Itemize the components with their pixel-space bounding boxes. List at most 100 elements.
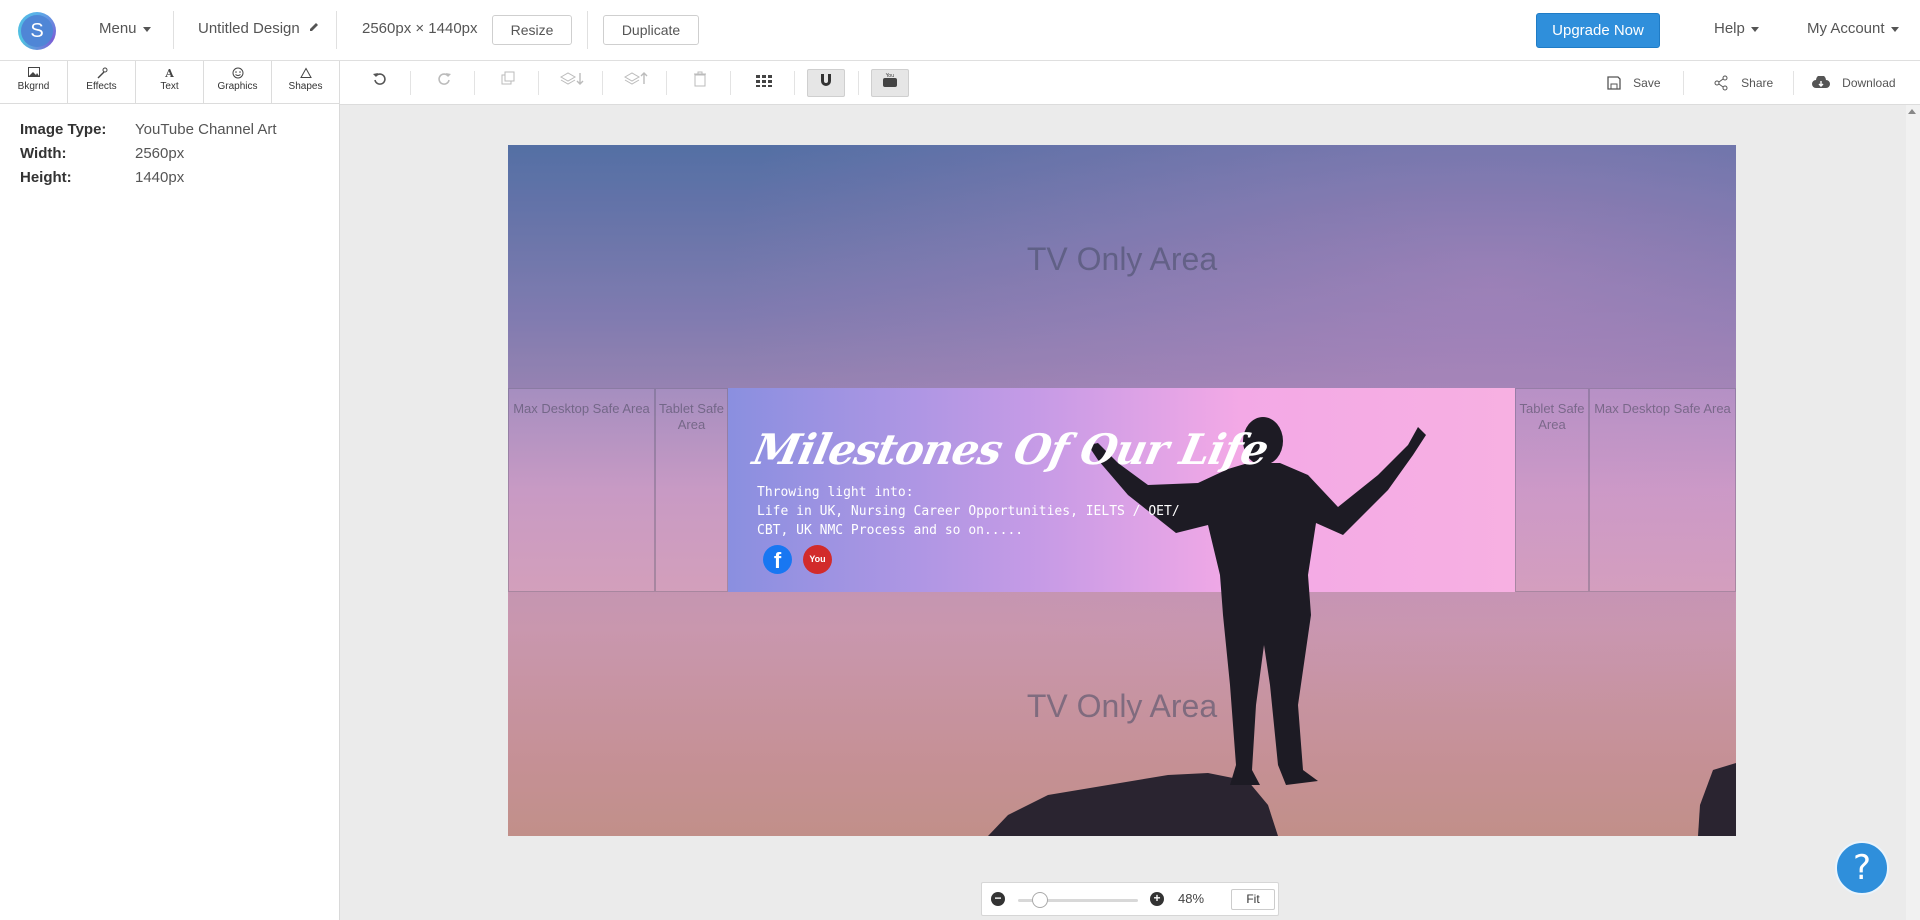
divider xyxy=(1683,71,1684,95)
zoom-percent: 48% xyxy=(1178,891,1205,906)
undo-icon[interactable] xyxy=(363,69,397,97)
scroll-up-arrow-icon[interactable] xyxy=(1908,109,1916,114)
divider xyxy=(858,71,859,95)
design-canvas[interactable]: TV Only Area TV Only Area Max Desktop Sa… xyxy=(508,145,1736,836)
tab-label: Bkgrnd xyxy=(17,81,50,92)
save-button[interactable]: Save xyxy=(1607,61,1661,105)
divider xyxy=(173,11,174,49)
divider xyxy=(602,71,603,95)
subtitle-line[interactable]: CBT, UK NMC Process and so on..... xyxy=(757,521,1023,540)
account-dropdown[interactable]: My Account xyxy=(1807,0,1899,60)
zoom-in-icon[interactable]: + xyxy=(1150,892,1164,906)
divider xyxy=(666,71,667,95)
account-label: My Account xyxy=(1807,20,1885,37)
magnet-icon[interactable] xyxy=(807,69,845,97)
tab-background[interactable]: Bkgrnd xyxy=(0,61,68,103)
resize-button[interactable]: Resize xyxy=(492,15,572,45)
tab-label: Graphics xyxy=(217,81,258,92)
max-desktop-safe-area-left: Max Desktop Safe Area xyxy=(508,388,655,592)
menu-dropdown[interactable]: Menu xyxy=(99,0,151,60)
wand-icon xyxy=(68,67,135,81)
divider xyxy=(336,11,337,49)
info-key: Height: xyxy=(20,169,72,186)
youtube-overlay-icon[interactable]: You xyxy=(871,69,909,97)
facebook-icon[interactable]: f xyxy=(763,545,792,574)
design-title-text: Untitled Design xyxy=(198,20,300,37)
divider xyxy=(410,71,411,95)
tab-shapes[interactable]: Shapes xyxy=(272,61,340,103)
help-question-icon[interactable]: ? xyxy=(1835,841,1889,895)
divider xyxy=(587,11,588,49)
zoom-out-icon[interactable]: − xyxy=(991,892,1005,906)
tab-text[interactable]: A Text xyxy=(136,61,204,103)
svg-text:You: You xyxy=(885,73,895,79)
design-title[interactable]: Untitled Design xyxy=(198,0,320,60)
info-key: Image Type: xyxy=(20,121,107,138)
divider xyxy=(474,71,475,95)
image-icon xyxy=(0,67,67,81)
bring-forward-icon[interactable] xyxy=(619,69,653,97)
zoom-slider-handle[interactable] xyxy=(1031,892,1048,908)
tv-only-area-bottom: TV Only Area xyxy=(1026,688,1218,724)
tablet-safe-area-left: Tablet Safe Area xyxy=(655,388,728,592)
duplicate-button[interactable]: Duplicate xyxy=(603,15,699,45)
app-logo[interactable]: S xyxy=(18,12,56,50)
fit-button[interactable]: Fit xyxy=(1231,889,1275,910)
pencil-icon xyxy=(308,0,320,58)
max-desktop-safe-area-right: Max Desktop Safe Area xyxy=(1589,388,1736,592)
tab-effects[interactable]: Effects xyxy=(68,61,136,103)
download-button[interactable]: Download xyxy=(1812,61,1896,105)
tab-label: Shapes xyxy=(288,81,323,92)
vertical-scrollbar[interactable] xyxy=(1906,105,1920,920)
delete-icon[interactable] xyxy=(683,69,717,97)
subtitle-line[interactable]: Throwing light into: xyxy=(757,483,914,502)
share-icon xyxy=(1713,74,1733,91)
tool-tabs: Bkgrnd Effects A Text Graphics Shapes xyxy=(0,61,340,104)
info-row-height: Height: 1440px xyxy=(20,169,277,193)
divider xyxy=(1793,71,1794,95)
youtube-icon[interactable]: You xyxy=(803,545,832,574)
redo-icon[interactable] xyxy=(427,69,461,97)
share-label: Share xyxy=(1741,76,1774,90)
info-value: 2560px xyxy=(135,145,185,162)
image-info: Image Type: YouTube Channel Art Width: 2… xyxy=(20,121,277,193)
info-key: Width: xyxy=(20,145,67,162)
cloud-download-icon xyxy=(1812,74,1834,91)
tv-only-area-top: TV Only Area xyxy=(1026,241,1218,277)
divider xyxy=(794,71,795,95)
triangle-icon xyxy=(272,67,339,81)
share-button[interactable]: Share xyxy=(1713,61,1773,105)
caret-down-icon xyxy=(142,26,151,32)
caret-down-icon xyxy=(1750,26,1759,32)
info-row-width: Width: 2560px xyxy=(20,145,277,169)
tab-label: Effects xyxy=(86,81,117,92)
menu-label: Menu xyxy=(99,20,137,37)
download-label: Download xyxy=(1842,76,1896,90)
tablet-safe-area-right: Tablet Safe Area xyxy=(1515,388,1589,592)
info-value: 1440px xyxy=(135,169,185,186)
save-label: Save xyxy=(1633,76,1661,90)
left-panel: Bkgrnd Effects A Text Graphics Shapes Im… xyxy=(0,61,340,920)
headline-text[interactable]: Milestones Of Our Life xyxy=(749,425,1273,474)
grid-icon[interactable] xyxy=(747,69,781,97)
divider xyxy=(730,71,731,95)
top-bar: S Menu Untitled Design 2560px × 1440px R… xyxy=(0,0,1920,61)
caret-down-icon xyxy=(1890,26,1899,32)
smiley-icon xyxy=(204,67,271,81)
help-dropdown[interactable]: Help xyxy=(1714,0,1759,60)
text-icon: A xyxy=(165,67,174,80)
help-label: Help xyxy=(1714,20,1745,37)
send-backward-icon[interactable] xyxy=(555,69,589,97)
tab-label: Text xyxy=(160,81,179,92)
canvas-dimensions: 2560px × 1440px xyxy=(362,20,478,37)
info-row-type: Image Type: YouTube Channel Art xyxy=(20,121,277,145)
upgrade-button[interactable]: Upgrade Now xyxy=(1536,13,1660,48)
divider xyxy=(538,71,539,95)
zoom-control: − + 48% Fit xyxy=(981,882,1279,916)
logo-letter: S xyxy=(21,15,53,47)
subtitle-line[interactable]: Life in UK, Nursing Career Opportunities… xyxy=(757,502,1180,521)
copy-icon[interactable] xyxy=(491,69,525,97)
save-icon xyxy=(1607,74,1625,91)
tab-graphics[interactable]: Graphics xyxy=(204,61,272,103)
info-value: YouTube Channel Art xyxy=(135,121,277,138)
